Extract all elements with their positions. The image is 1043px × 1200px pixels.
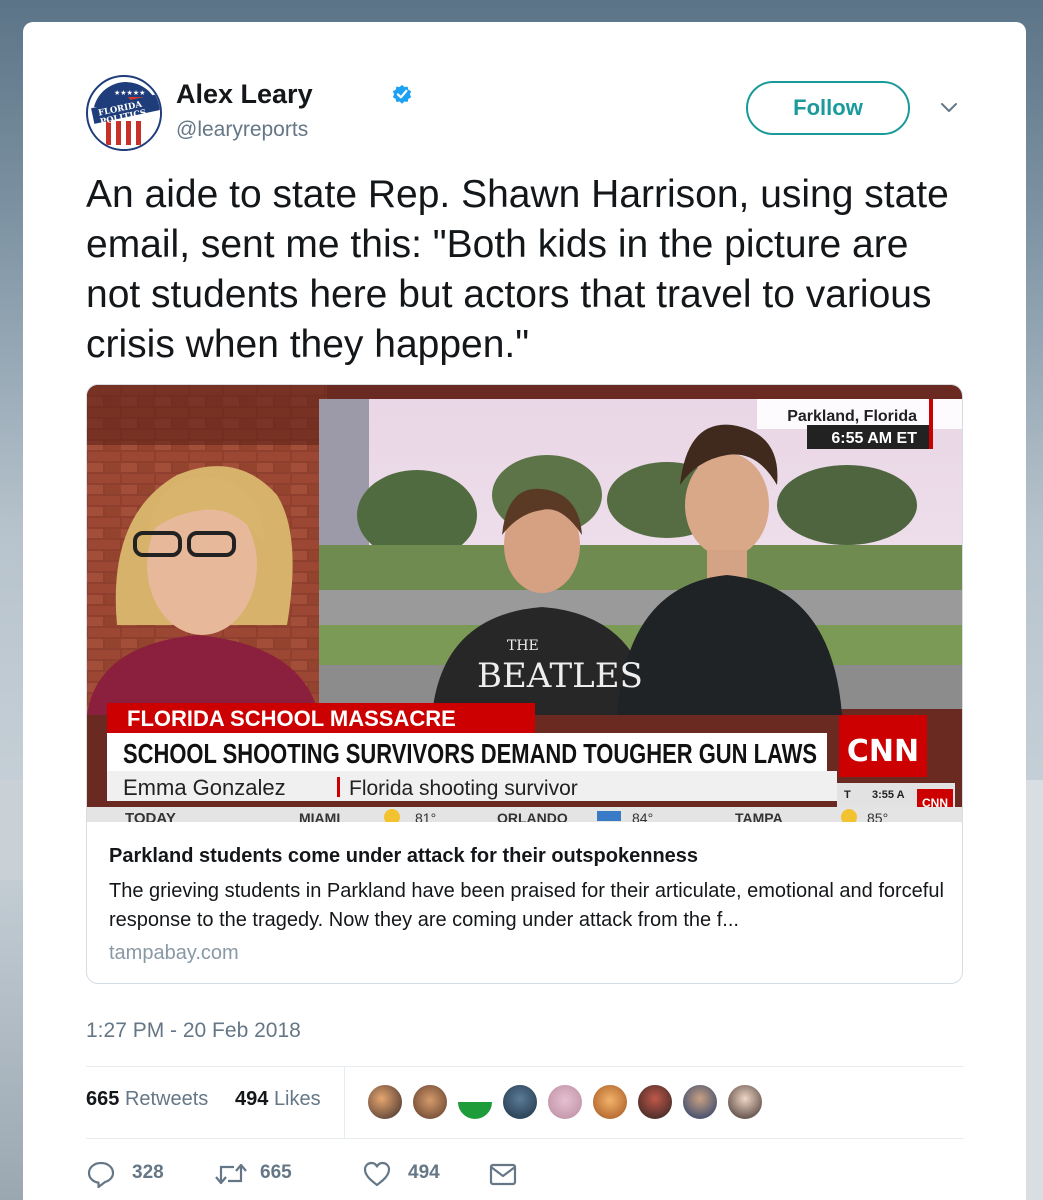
liker-avatar[interactable] xyxy=(636,1083,674,1121)
stats-separator xyxy=(344,1066,345,1138)
tweet-card: ★★★★★ FLORIDA POLITICS Alex Leary @leary… xyxy=(23,22,1026,1200)
direct-message-button[interactable] xyxy=(488,1159,518,1189)
divider-bottom xyxy=(86,1138,964,1139)
verified-badge-icon xyxy=(392,84,412,104)
reply-button[interactable]: 328 xyxy=(86,1159,166,1189)
heart-icon xyxy=(363,1161,391,1187)
time-label: 6:55 AM ET xyxy=(831,430,917,447)
ticker-today: TODAY xyxy=(125,810,176,822)
avatar[interactable]: ★★★★★ FLORIDA POLITICS xyxy=(86,75,162,151)
cnn-logo: CNN xyxy=(847,734,919,769)
liker-avatar[interactable] xyxy=(591,1083,629,1121)
divider-top xyxy=(86,1066,964,1067)
card-domain: tampabay.com xyxy=(109,942,239,964)
retweet-button[interactable]: 665 xyxy=(214,1159,314,1189)
retweets-stat[interactable]: 665 Retweets xyxy=(86,1088,208,1111)
retweet-count: 665 xyxy=(260,1162,292,1183)
ticker-temp-2: 84° xyxy=(632,810,653,822)
shirt-text: BEATLES xyxy=(477,656,643,696)
background-edge xyxy=(1025,780,1043,1200)
corner-label: T xyxy=(844,789,851,801)
like-count: 494 xyxy=(408,1162,440,1183)
envelope-icon xyxy=(489,1163,517,1186)
card-description: The grieving students in Parkland have b… xyxy=(109,880,944,931)
card-image: THE BEATLES Parkland, Florida 6:55 AM ET… xyxy=(87,385,962,822)
chevron-down-icon[interactable] xyxy=(939,97,959,117)
liker-avatar[interactable] xyxy=(546,1083,584,1121)
ticker-temp-3: 85° xyxy=(867,810,888,822)
reply-icon xyxy=(87,1161,115,1189)
tweet-text: An aide to state Rep. Shawn Harrison, us… xyxy=(86,173,949,366)
author-name[interactable]: Alex Leary xyxy=(176,79,313,110)
liker-avatar[interactable] xyxy=(726,1083,764,1121)
banner-main: SCHOOL SHOOTING SURVIVORS DEMAND TOUGHER… xyxy=(123,738,817,769)
link-card[interactable]: THE BEATLES Parkland, Florida 6:55 AM ET… xyxy=(86,384,963,984)
svg-text:★★★★★: ★★★★★ xyxy=(114,89,145,97)
ticker-city-3: TAMPA xyxy=(735,810,783,822)
liker-avatar[interactable] xyxy=(411,1083,449,1121)
corner-time: 3:55 A xyxy=(872,789,905,801)
reply-count: 328 xyxy=(132,1162,164,1183)
ticker-temp-1: 81° xyxy=(415,810,436,822)
banner-top: FLORIDA SCHOOL MASSACRE xyxy=(127,706,456,731)
likes-stat[interactable]: 494 Likes xyxy=(235,1088,321,1111)
ticker-city-2: ORLANDO xyxy=(497,810,568,822)
like-button[interactable]: 494 xyxy=(362,1159,452,1189)
liker-avatar[interactable] xyxy=(366,1083,404,1121)
tweet-header: ★★★★★ FLORIDA POLITICS Alex Leary @leary… xyxy=(86,75,976,165)
liker-avatar[interactable] xyxy=(681,1083,719,1121)
retweets-count: 665 xyxy=(86,1088,120,1110)
lower-third-desc: Florida shooting survivor xyxy=(349,777,578,800)
liker-avatar[interactable] xyxy=(501,1083,539,1121)
location-label: Parkland, Florida xyxy=(787,408,917,425)
tweet-timestamp[interactable]: 1:27 PM - 20 Feb 2018 xyxy=(86,1019,301,1043)
card-title: Parkland students come under attack for … xyxy=(109,845,699,867)
retweets-label: Retweets xyxy=(124,1088,209,1110)
ticker-city-1: MIAMI xyxy=(299,810,340,822)
follow-button[interactable]: Follow xyxy=(746,81,910,135)
liker-avatar[interactable] xyxy=(456,1083,494,1121)
retweet-icon xyxy=(215,1163,247,1185)
author-handle[interactable]: @learyreports xyxy=(176,118,308,142)
shirt-text-small: THE xyxy=(507,638,539,654)
lower-third-name: Emma Gonzalez xyxy=(123,775,286,800)
likes-count: 494 xyxy=(235,1088,269,1110)
likes-label: Likes xyxy=(273,1088,321,1110)
